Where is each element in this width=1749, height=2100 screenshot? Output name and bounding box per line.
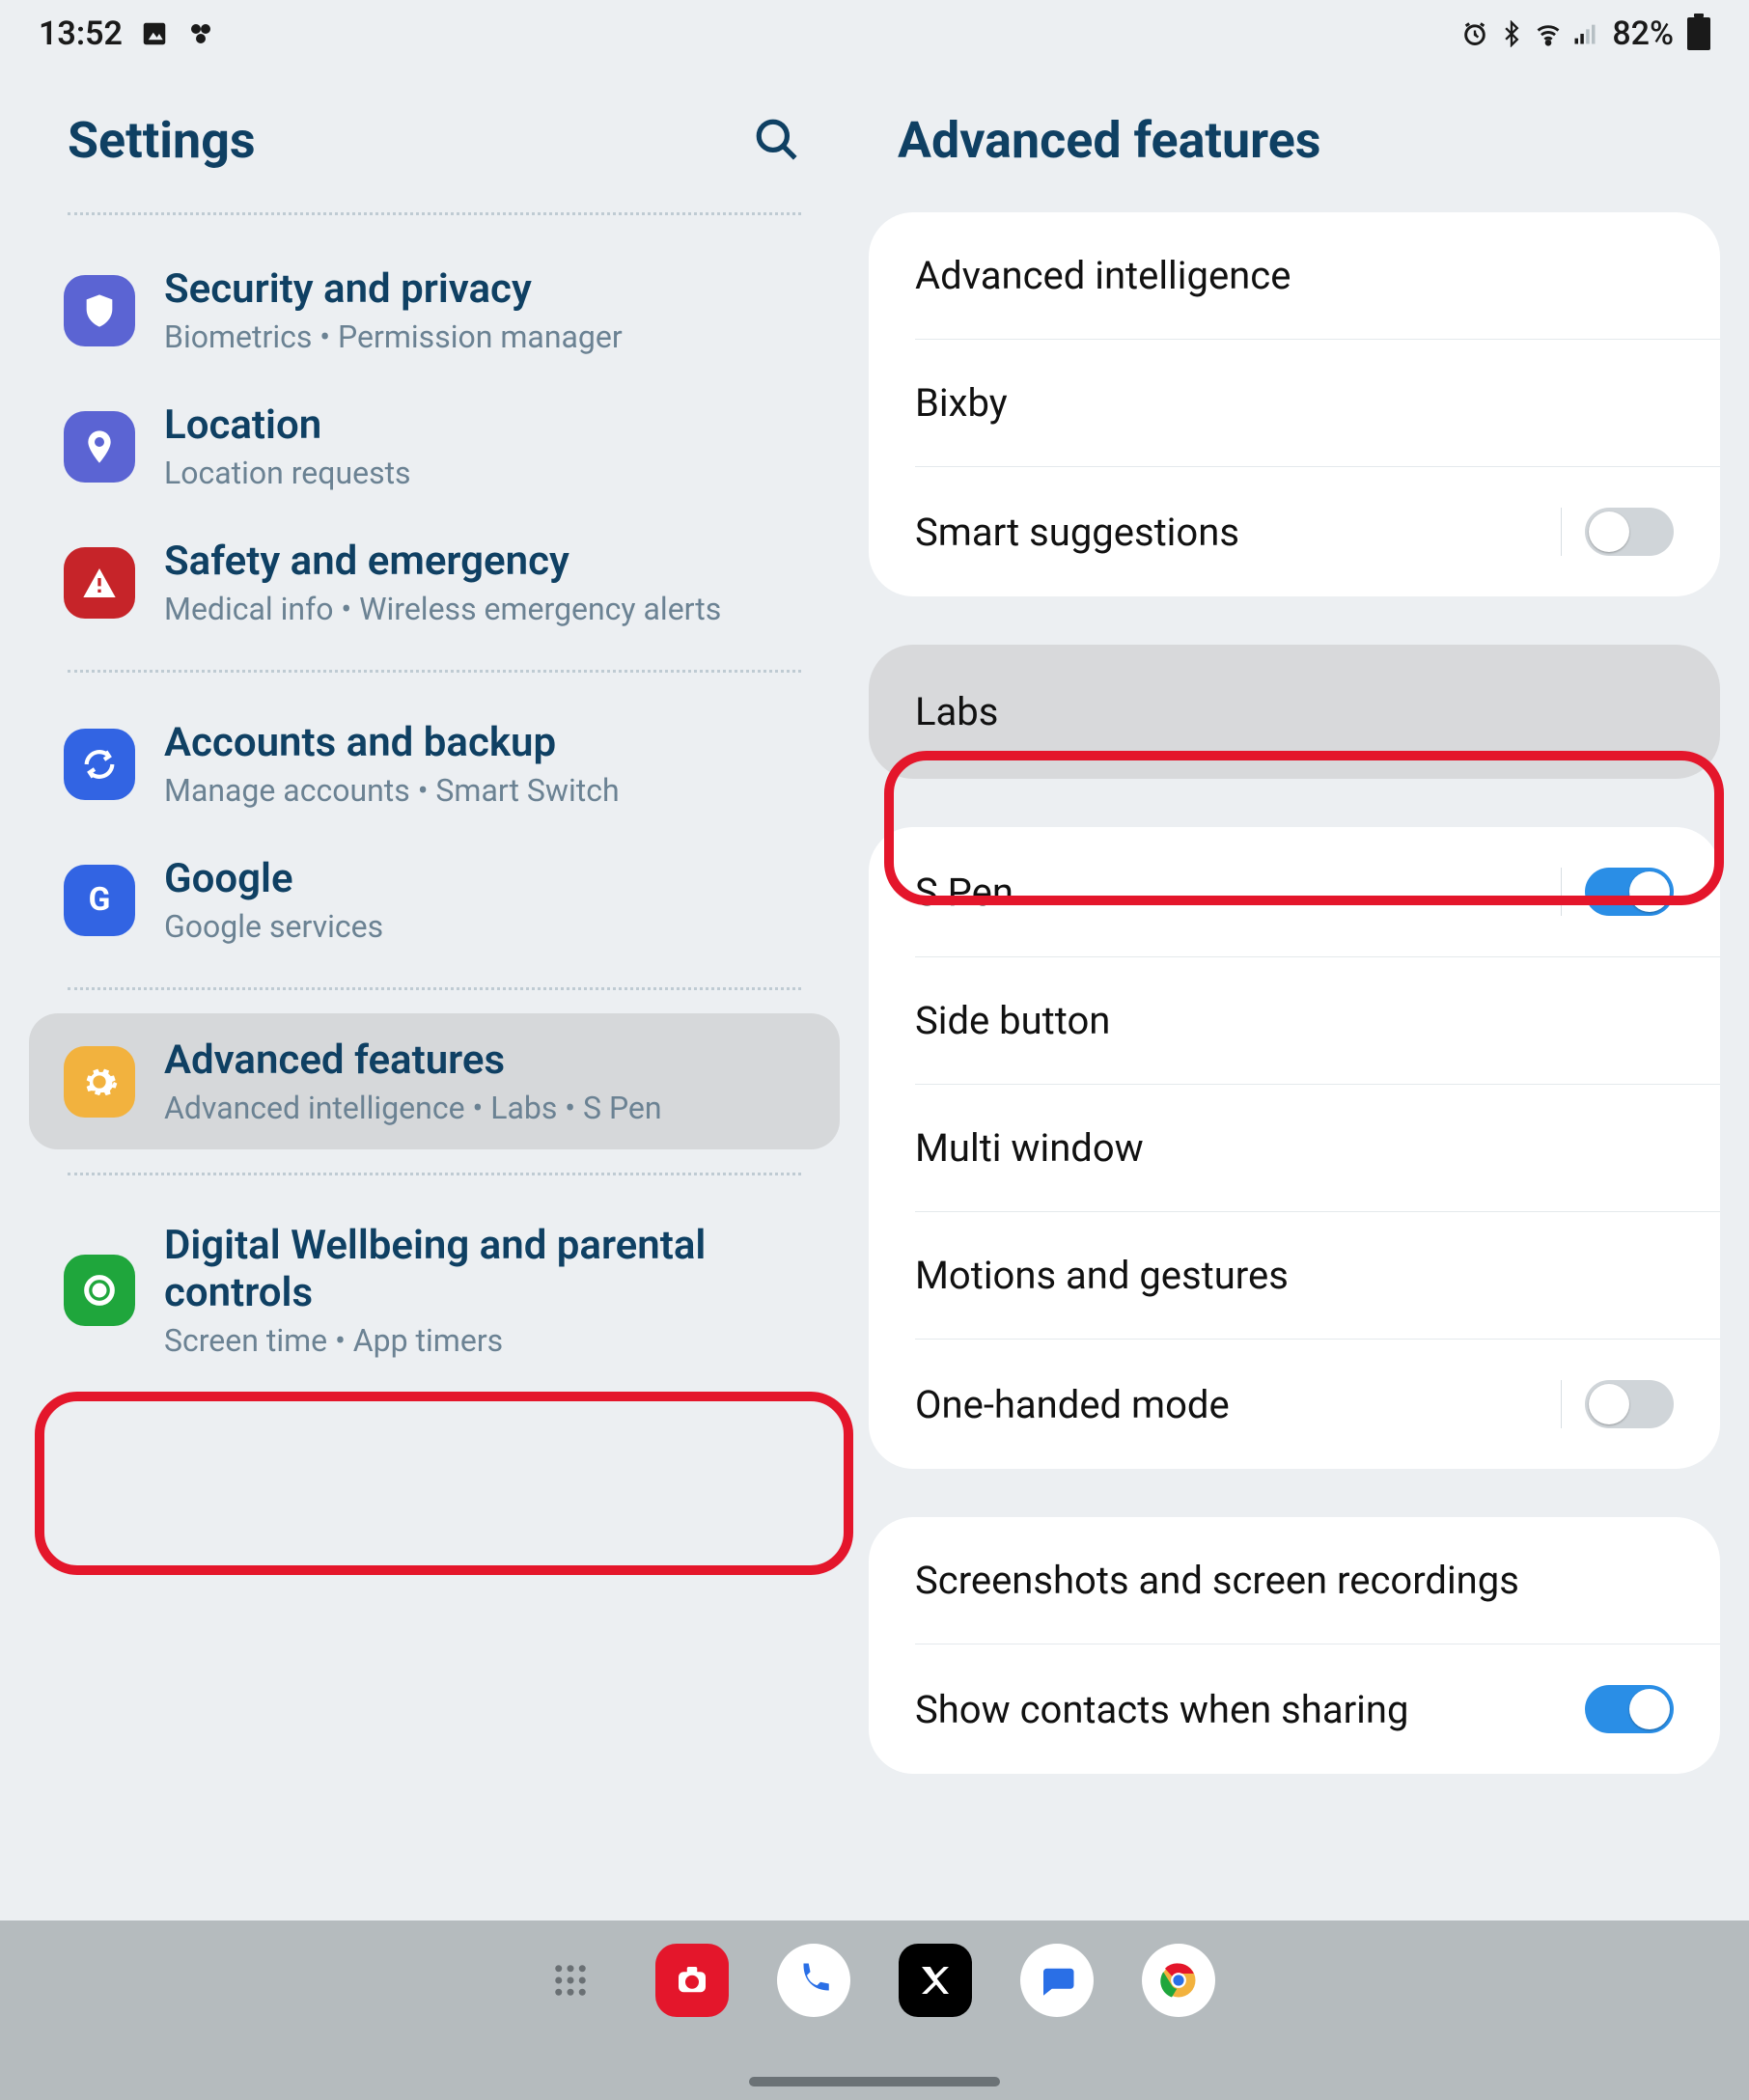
row-labs-label: Labs [915,689,998,734]
toggle-smart-suggestions[interactable] [1585,508,1674,556]
status-time: 13:52 [39,14,123,53]
sidebar-item-accounts-backup[interactable]: Accounts and backup Manage accounts • Sm… [29,696,840,832]
row-advanced-intelligence[interactable]: Advanced intelligence [869,212,1720,339]
status-bar: 13:52 82% [0,0,1749,68]
svg-text:G: G [89,881,111,919]
alarm-icon [1461,20,1488,47]
row-title: Security and privacy [164,265,623,313]
toggle-spen[interactable] [1585,868,1674,916]
sidebar-item-digital-wellbeing[interactable]: Digital Wellbeing and parental controls … [29,1199,840,1382]
row-one-handed[interactable]: One-handed mode [915,1339,1720,1469]
settings-title: Settings [68,111,256,170]
battery-percent: 82% [1612,14,1674,53]
apps-button[interactable] [534,1944,607,2017]
row-title: Google [164,855,383,902]
dots-icon [186,19,215,48]
row-motions-gestures[interactable]: Motions and gestures [915,1211,1720,1339]
messages-app-icon[interactable] [1020,1944,1094,2017]
sidebar-item-location[interactable]: Location Location requests [29,378,840,514]
row-spen[interactable]: S Pen [869,827,1720,956]
row-subtitle: Screen time • App timers [164,1322,805,1359]
wifi-icon [1535,20,1562,47]
row-title: Safety and emergency [164,538,721,585]
row-title: Advanced features [164,1036,662,1084]
image-icon [140,19,169,48]
detail-pane: Advanced features Advanced intelligence … [869,68,1749,1920]
sidebar-item-advanced-features[interactable]: Advanced features Advanced intelligence … [29,1013,840,1149]
row-subtitle: Google services [164,908,383,945]
sync-icon [64,729,135,800]
row-screenshots[interactable]: Screenshots and screen recordings [869,1517,1720,1644]
row-subtitle: Biometrics • Permission manager [164,318,623,355]
row-subtitle: Advanced intelligence • Labs • S Pen [164,1090,662,1126]
gear-icon [64,1046,135,1118]
row-subtitle: Medical info • Wireless emergency alerts [164,591,721,627]
wellbeing-icon [64,1255,135,1326]
row-show-contacts[interactable]: Show contacts when sharing [915,1644,1720,1774]
card-labs[interactable]: Labs [869,645,1720,779]
row-title: Digital Wellbeing and parental controls [164,1222,805,1316]
battery-icon [1687,17,1710,50]
row-subtitle: Location requests [164,455,411,491]
phone-app-icon[interactable] [777,1944,850,2017]
signal-icon [1571,20,1598,47]
alert-icon [64,547,135,619]
pin-icon [64,411,135,483]
row-title: Accounts and backup [164,719,620,766]
sidebar-item-security-privacy[interactable]: Security and privacy Biometrics • Permis… [29,242,840,378]
search-icon[interactable] [753,116,801,164]
row-subtitle: Manage accounts • Smart Switch [164,772,620,809]
toggle-one-handed[interactable] [1585,1380,1674,1428]
card-sharing: Screenshots and screen recordings Show c… [869,1517,1720,1774]
sidebar-item-safety-emergency[interactable]: Safety and emergency Medical info • Wire… [29,514,840,650]
google-icon: G [64,865,135,936]
row-side-button[interactable]: Side button [915,956,1720,1084]
card-interaction: S Pen Side button Multi window Motions a… [869,827,1720,1469]
settings-list-pane: Settings Security and privacy Biometrics… [0,68,869,1920]
home-indicator[interactable] [749,2077,1000,2086]
row-bixby[interactable]: Bixby [915,339,1720,466]
detail-title: Advanced features [898,111,1321,170]
shield-icon [64,275,135,346]
navigation-bar [0,1920,1749,2100]
row-title: Location [164,401,411,449]
row-multi-window[interactable]: Multi window [915,1084,1720,1211]
sidebar-item-google[interactable]: G Google Google services [29,832,840,968]
x-app-icon[interactable] [899,1944,972,2017]
toggle-show-contacts[interactable] [1585,1685,1674,1733]
card-intelligence: Advanced intelligence Bixby Smart sugges… [869,212,1720,596]
bluetooth-icon [1498,20,1525,47]
camera-app-icon[interactable] [655,1944,729,2017]
row-smart-suggestions[interactable]: Smart suggestions [915,466,1720,596]
chrome-app-icon[interactable] [1142,1944,1215,2017]
